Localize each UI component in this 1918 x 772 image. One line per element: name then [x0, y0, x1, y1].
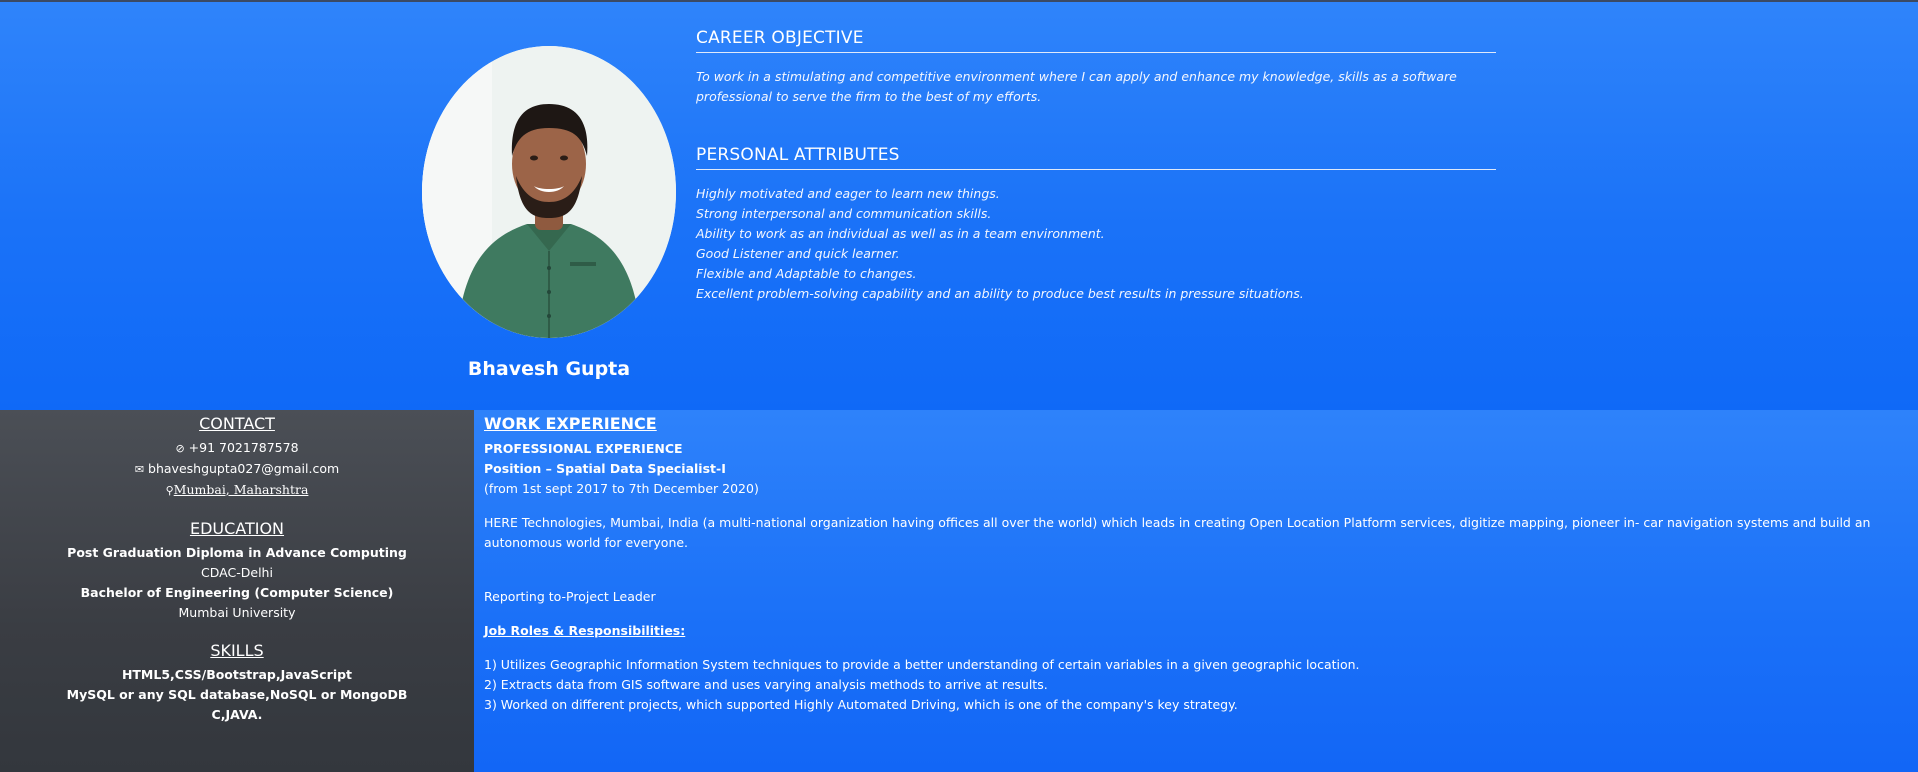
skill-item: C,JAVA. [211, 707, 263, 722]
skill-item: HTML5,CSS/Bootstrap,JavaScript [121, 667, 353, 682]
contact-phone: +91 7021787578 [188, 440, 299, 455]
education-school-2: Mumbai University [178, 605, 296, 620]
skills-section: SKILLS HTML5,CSS/Bootstrap,JavaScript My… [0, 641, 474, 725]
education-degree-2: Bachelor of Engineering (Computer Scienc… [80, 585, 394, 600]
attribute-item: Strong interpersonal and communication s… [696, 206, 992, 221]
work-experience-content: WORK EXPERIENCE PROFESSIONAL EXPERIENCE … [484, 414, 1914, 715]
attribute-item: Highly motivated and eager to learn new … [696, 186, 1000, 201]
career-objective-title: CAREER OBJECTIVE [696, 28, 1496, 53]
employment-period: (from 1st sept 2017 to 7th December 2020… [484, 481, 759, 496]
attribute-item: Excellent problem-solving capability and… [696, 286, 1304, 301]
personal-attributes-list: Highly motivated and eager to learn new … [696, 184, 1496, 304]
education-section: EDUCATION Post Graduation Diploma in Adv… [0, 519, 474, 623]
career-objective-text: To work in a stimulating and competitive… [696, 69, 1457, 104]
position-label: Position – Spatial Data Specialist-I [484, 461, 726, 476]
contact-location-row[interactable]: ⚲Mumbai, Maharshtra [0, 480, 474, 501]
hero-section: Bhavesh Gupta CAREER OBJECTIVE To work i… [0, 2, 1918, 410]
career-objective-section: CAREER OBJECTIVE To work in a stimulatin… [696, 28, 1496, 107]
education-school-1: CDAC-Delhi [201, 565, 273, 580]
contact-email-row: ✉ bhaveshgupta027@gmail.com [0, 459, 474, 480]
job-roles-title: Job Roles & Responsibilities: [484, 623, 686, 638]
job-role-item: 2) Extracts data from GIS software and u… [484, 677, 1048, 692]
contact-title: CONTACT [199, 414, 275, 433]
attribute-item: Good Listener and quick learner. [696, 246, 900, 261]
work-experience-title: WORK EXPERIENCE [484, 414, 657, 433]
education-degree-1: Post Graduation Diploma in Advance Compu… [67, 545, 407, 560]
education-title: EDUCATION [189, 519, 285, 538]
phone-icon: ⊘ [175, 442, 185, 455]
job-role-item: 1) Utilizes Geographic Information Syste… [484, 657, 1360, 672]
contact-location-link[interactable]: Mumbai, Maharshtra [174, 482, 309, 497]
reporting-line: Reporting to-Project Leader [484, 589, 656, 604]
skills-title: SKILLS [210, 641, 264, 660]
sidebar: CONTACT ⊘ +91 7021787578 ✉ bhaveshgupta027… [0, 410, 474, 772]
attribute-item: Ability to work as an individual as well… [696, 226, 1105, 241]
contact-email: bhaveshgupta027@gmail.com [148, 461, 340, 476]
contact-phone-row: ⊘ +91 7021787578 [0, 438, 474, 459]
personal-attributes-title: PERSONAL ATTRIBUTES [696, 145, 1496, 170]
professional-experience-label: PROFESSIONAL EXPERIENCE [484, 441, 683, 456]
summary-column: CAREER OBJECTIVE To work in a stimulatin… [696, 28, 1496, 304]
attribute-item: Flexible and Adaptable to changes. [696, 266, 917, 281]
location-pin-icon: ⚲ [165, 484, 174, 497]
profile-name: Bhavesh Gupta [467, 358, 631, 380]
email-icon: ✉ [134, 463, 145, 476]
job-role-item: 3) Worked on different projects, which s… [484, 697, 1238, 712]
profile-photo [422, 46, 676, 338]
personal-attributes-section: PERSONAL ATTRIBUTES Highly motivated and… [696, 145, 1496, 304]
profile-photo-illustration [422, 46, 676, 338]
work-experience-panel: WORK EXPERIENCE PROFESSIONAL EXPERIENCE … [474, 410, 1918, 772]
skill-item: MySQL or any SQL database,NoSQL or Mongo… [66, 687, 408, 702]
contact-section: CONTACT ⊘ +91 7021787578 ✉ bhaveshgupta027… [0, 410, 474, 501]
company-description: HERE Technologies, Mumbai, India (a mult… [484, 515, 1871, 550]
